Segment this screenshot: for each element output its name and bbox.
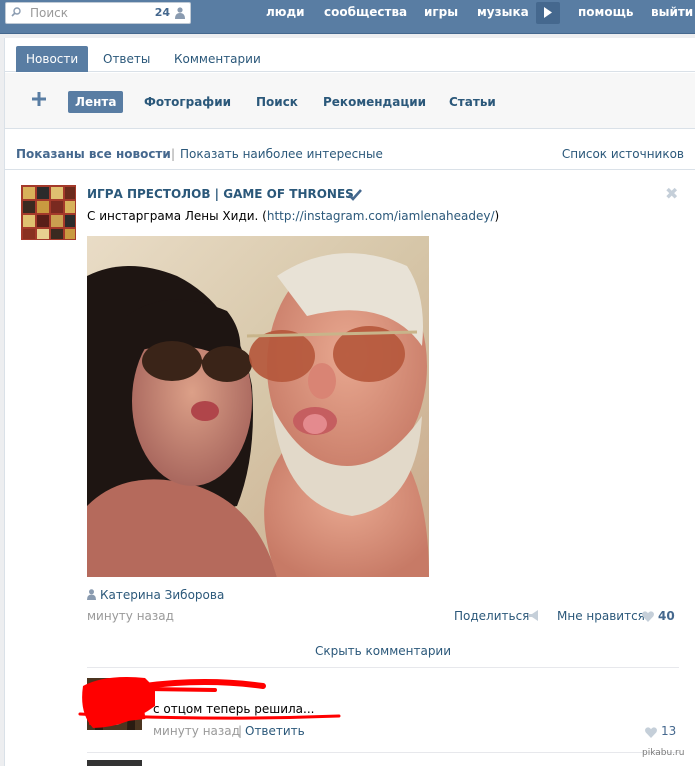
nav-communities[interactable]: сообщества bbox=[324, 5, 407, 19]
nav-logout[interactable]: выйти bbox=[651, 5, 693, 19]
reply-link[interactable]: Ответить bbox=[245, 724, 305, 738]
user-icon bbox=[175, 7, 185, 19]
post-time[interactable]: минуту назад bbox=[87, 609, 174, 623]
like-link[interactable]: Мне нравится bbox=[557, 609, 645, 623]
share-link[interactable]: Поделиться bbox=[454, 609, 529, 623]
verified-icon bbox=[348, 189, 362, 201]
instagram-link[interactable]: http://instagram.com/iamlenaheadey/ bbox=[267, 209, 495, 223]
tab-answers[interactable]: Ответы bbox=[93, 46, 160, 72]
next-comment-avatar[interactable] bbox=[87, 760, 142, 766]
nav-help[interactable]: помощь bbox=[578, 5, 633, 19]
sources-list-link[interactable]: Список источников bbox=[562, 147, 684, 161]
add-icon[interactable] bbox=[32, 92, 46, 106]
close-icon[interactable]: ✖ bbox=[665, 184, 678, 203]
post-author-link[interactable]: ИГРА ПРЕСТОЛОВ | GAME OF THRONES bbox=[87, 187, 354, 201]
filter-all-news[interactable]: Показаны все новости bbox=[16, 147, 171, 161]
tabs-bar: Новости Ответы Комментарии bbox=[5, 38, 695, 72]
nav-games[interactable]: игры bbox=[424, 5, 458, 19]
post-text-body: С инстарграма Лены Хиди. ( bbox=[87, 209, 267, 223]
subnav-articles[interactable]: Статьи bbox=[442, 91, 503, 113]
comment-divider bbox=[87, 752, 679, 753]
heart-icon[interactable] bbox=[642, 611, 654, 622]
comment-like-count: 13 bbox=[661, 724, 677, 738]
tab-news[interactable]: Новости bbox=[16, 46, 89, 72]
search-placeholder: Поиск bbox=[30, 6, 69, 20]
search-input[interactable]: Поиск 24 bbox=[5, 2, 191, 24]
watermark: pikabu.ru bbox=[642, 748, 685, 758]
main-panel: Новости Ответы Комментарии Лента Фотогра… bbox=[4, 38, 695, 766]
filter-interesting[interactable]: Показать наиболее интересные bbox=[180, 147, 383, 161]
play-button[interactable] bbox=[536, 2, 560, 24]
nav-people[interactable]: люди bbox=[266, 5, 305, 19]
comment-time[interactable]: минуту назад bbox=[153, 724, 240, 738]
hide-comments-link[interactable]: Скрыть комментарии bbox=[87, 644, 679, 658]
heart-icon[interactable] bbox=[645, 727, 657, 738]
comment-separator: | bbox=[238, 724, 243, 738]
caption-user-link[interactable]: Катерина Зиборова bbox=[100, 588, 224, 602]
top-bar: Поиск 24 люди сообщества игры музыка пом… bbox=[0, 0, 695, 34]
news-filter: Показаны все новости | Показать наиболее… bbox=[5, 130, 695, 170]
megaphone-icon[interactable] bbox=[528, 610, 540, 621]
post-photo[interactable] bbox=[87, 236, 429, 577]
user-icon bbox=[87, 589, 96, 600]
post-text: С инстарграма Лены Хиди. (http://instagr… bbox=[87, 209, 499, 223]
like-count: 40 bbox=[658, 609, 675, 623]
filter-separator: | bbox=[171, 147, 176, 161]
search-icon bbox=[11, 7, 21, 17]
photo-caption: Катерина Зиборова bbox=[87, 588, 224, 602]
search-count: 24 bbox=[154, 6, 170, 19]
comments-divider bbox=[87, 667, 679, 668]
comment-text: с отцом теперь решила... bbox=[153, 702, 315, 716]
subnav-photos[interactable]: Фотографии bbox=[137, 91, 238, 113]
subnav-recommendations[interactable]: Рекомендации bbox=[316, 91, 433, 113]
feed-subnav: Лента Фотографии Поиск Рекомендации Стат… bbox=[5, 73, 695, 129]
nav-music[interactable]: музыка bbox=[477, 5, 529, 19]
post-author-avatar[interactable] bbox=[21, 185, 76, 240]
post-text-end: ) bbox=[494, 209, 500, 223]
play-icon bbox=[544, 7, 552, 18]
subnav-search[interactable]: Поиск bbox=[249, 91, 305, 113]
tab-comments[interactable]: Комментарии bbox=[164, 46, 271, 72]
comment-author-avatar[interactable] bbox=[87, 678, 142, 730]
subnav-feed[interactable]: Лента bbox=[68, 91, 124, 113]
